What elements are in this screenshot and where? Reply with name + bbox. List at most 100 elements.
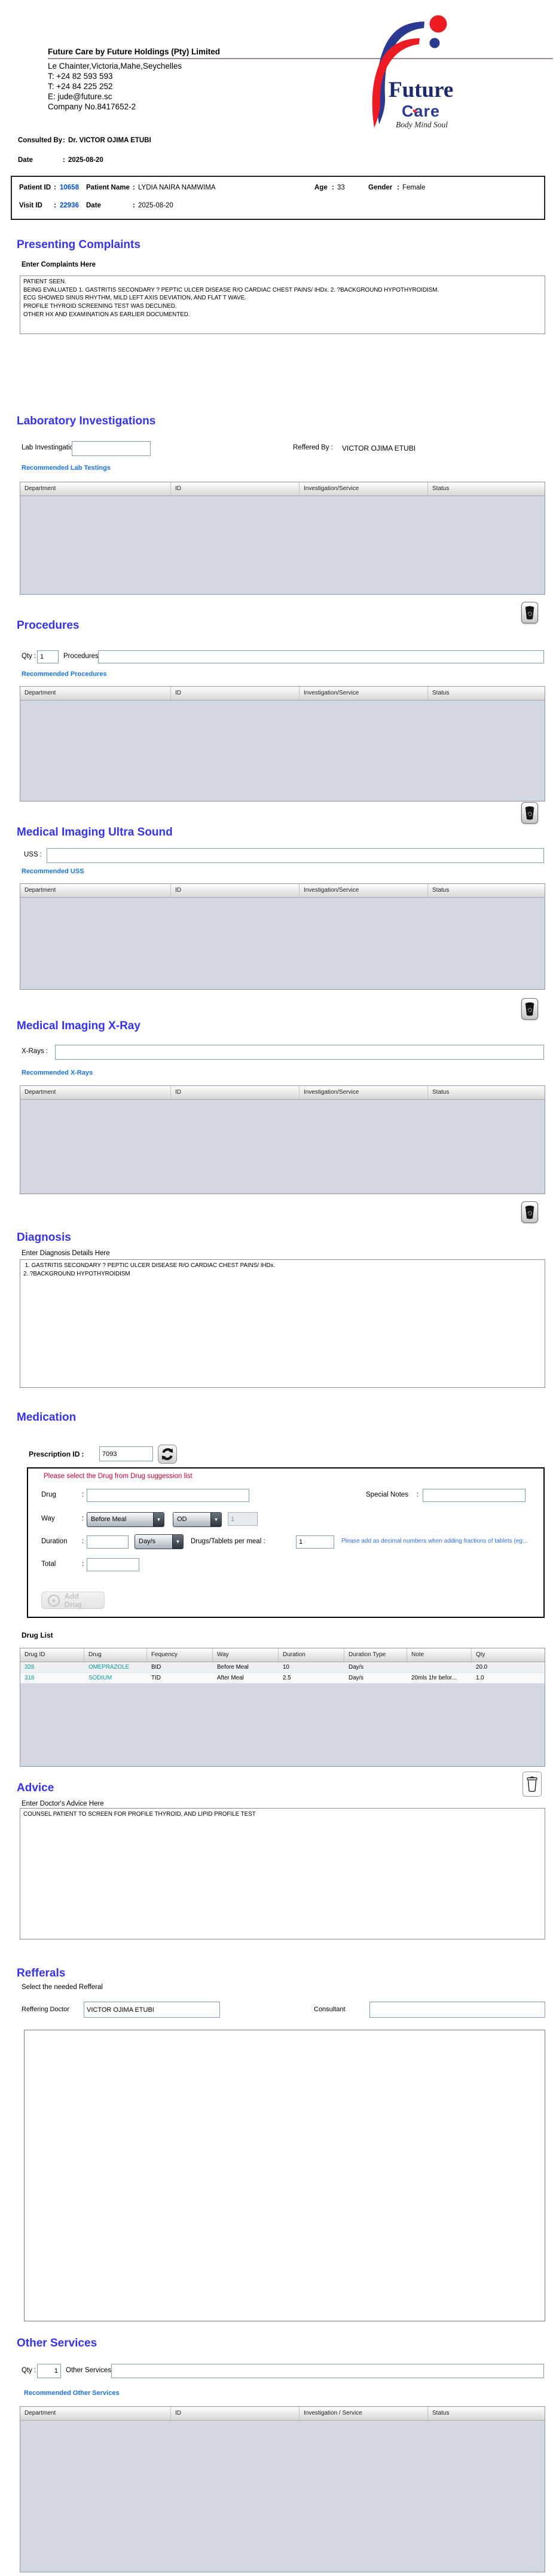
chevron-down-icon: ▼ bbox=[153, 1513, 164, 1526]
recommended-procedures-label: Recommended Procedures bbox=[22, 671, 107, 678]
column-header: Qty bbox=[476, 1651, 485, 1658]
procedures-title: Procedures bbox=[17, 619, 80, 632]
referrals-label: Select the needed Refferal bbox=[22, 1984, 103, 1991]
drug-input[interactable] bbox=[87, 1489, 249, 1502]
referrals-title: Refferals bbox=[17, 1967, 66, 1980]
visit-id-value: 22936 bbox=[60, 202, 79, 209]
other-services-input[interactable] bbox=[111, 2364, 544, 2378]
age-colon: : bbox=[332, 184, 334, 191]
way-label: Way bbox=[41, 1515, 55, 1522]
per-meal-input[interactable] bbox=[296, 1535, 334, 1549]
column-header: Investigation/Service bbox=[300, 1086, 428, 1099]
column-header: Investigation/Service bbox=[300, 482, 428, 495]
column-header: Department bbox=[20, 687, 171, 700]
refresh-prescription-button[interactable] bbox=[158, 1445, 177, 1464]
advice-label: Enter Doctor's Advice Here bbox=[22, 1800, 104, 1807]
advice-title: Advice bbox=[17, 1782, 54, 1794]
consult-date-colon: : bbox=[63, 157, 65, 164]
drug-label: Drug bbox=[41, 1491, 56, 1498]
consultant-input[interactable] bbox=[369, 2002, 545, 2018]
column-header: ID bbox=[171, 2407, 300, 2420]
add-drug-button[interactable]: + Add Drug bbox=[41, 1592, 105, 1609]
xray-input[interactable] bbox=[55, 1045, 544, 1060]
column-header: Status bbox=[432, 1089, 450, 1096]
gender-label: Gender bbox=[368, 184, 393, 191]
other-services-table: Department ID Investigation / Service St… bbox=[20, 2406, 545, 2572]
special-notes-input[interactable] bbox=[423, 1489, 526, 1502]
drug-delete-button[interactable] bbox=[523, 1772, 542, 1797]
company-number: Company No.8417652-2 bbox=[48, 102, 136, 111]
trash-icon bbox=[525, 606, 534, 620]
referring-doctor-input[interactable] bbox=[84, 2002, 220, 2018]
lab-title: Laboratory Investigations bbox=[17, 415, 156, 427]
complaints-textarea[interactable]: PATIENT SEEN. BEING EVALUATED 1. GASTRIT… bbox=[20, 276, 545, 334]
column-header: Investigation/Service bbox=[300, 884, 428, 897]
patient-name-value: LYDIA NAIRA NAMWIMA bbox=[138, 184, 216, 191]
diagnosis-title: Diagnosis bbox=[17, 1231, 71, 1244]
procedures-qty-input[interactable] bbox=[37, 650, 59, 663]
company-email: E: jude@future.sc bbox=[48, 92, 112, 101]
column-header: Department bbox=[20, 1086, 171, 1099]
referring-doctor-label: Reffering Doctor bbox=[22, 2006, 69, 2013]
procedures-delete-button[interactable] bbox=[521, 802, 538, 824]
lab-table-header: Department ID Investigation/Service Stat… bbox=[20, 482, 545, 496]
consult-date-label: Date bbox=[18, 157, 33, 164]
recommended-lab-label: Recommended Lab Testings bbox=[22, 464, 111, 472]
drug-row[interactable]: 328 OMEPRAZOLE BID Before Meal 10 Day/s … bbox=[20, 1662, 545, 1673]
company-address: Le Chainter,Victoria,Mahe,Seychelles bbox=[48, 62, 182, 71]
per-meal-label: Drugs/Tablets per meal : bbox=[191, 1538, 265, 1545]
uss-input[interactable] bbox=[47, 848, 544, 863]
drug-duration-type-cell: Day/s bbox=[349, 1664, 364, 1671]
other-services-qty-input[interactable] bbox=[37, 2364, 61, 2378]
patient-id-colon: : bbox=[54, 184, 56, 191]
way-select-value: Before Meal bbox=[91, 1516, 127, 1523]
lab-investigation-input[interactable] bbox=[72, 441, 151, 456]
uss-table: Department ID Investigation/Service Stat… bbox=[20, 883, 545, 990]
xray-table-header: Department ID Investigation/Service Stat… bbox=[20, 1086, 545, 1100]
consulted-by-value: Dr. VICTOR OJIMA ETUBI bbox=[68, 137, 151, 144]
duration-input[interactable] bbox=[87, 1535, 129, 1549]
column-header: Department bbox=[20, 2407, 171, 2420]
column-header: Status bbox=[432, 2410, 450, 2416]
xray-delete-button[interactable] bbox=[521, 1201, 538, 1223]
special-notes-label: Special Notes bbox=[366, 1491, 408, 1498]
diagnosis-textarea[interactable]: 1. GASTRITIS SECONDARY ? PEPTIC ULCER DI… bbox=[20, 1259, 545, 1388]
drug-name-cell: OMEPRAZOLE bbox=[88, 1664, 130, 1671]
way-select[interactable]: Before Meal ▼ bbox=[87, 1512, 164, 1527]
other-services-qty-label: Qty: bbox=[22, 2367, 36, 2374]
xray-table: Department ID Investigation/Service Stat… bbox=[20, 1085, 545, 1194]
drug-name-cell: SODIUM bbox=[88, 1675, 112, 1681]
advice-textarea[interactable]: COUNSEL PATIENT TO SCREEN FOR PROFILE TH… bbox=[20, 1808, 545, 1939]
company-phone-1: T: +24 82 593 593 bbox=[48, 72, 113, 81]
plus-circle-icon: + bbox=[48, 1594, 60, 1607]
drug-duration-cell: 2.5 bbox=[283, 1675, 291, 1681]
gender-colon: : bbox=[397, 184, 399, 191]
procedures-table: Department ID Investigation/Service Stat… bbox=[20, 686, 545, 801]
referral-listbox[interactable] bbox=[24, 2030, 545, 2321]
drug-list-label: Drug List bbox=[22, 1631, 53, 1639]
logo-dot-blue bbox=[429, 38, 440, 48]
uss-delete-button[interactable] bbox=[521, 998, 538, 1020]
procedures-input[interactable] bbox=[98, 650, 544, 663]
drug-row[interactable]: 318 SODIUM TID After Meal 2.5 Day/s 20ml… bbox=[20, 1673, 545, 1684]
total-input[interactable] bbox=[87, 1558, 139, 1571]
other-services-input-label: Other Services: bbox=[66, 2367, 115, 2374]
drug-frequency-cell: BID bbox=[151, 1664, 161, 1671]
patient-name-label: Patient Name bbox=[86, 184, 130, 191]
trash-icon bbox=[527, 1776, 537, 1792]
uss-input-label: USS: bbox=[24, 851, 42, 858]
procedures-qty-label: Qty: bbox=[22, 653, 36, 660]
prescription-id-input[interactable] bbox=[99, 1446, 153, 1461]
consult-date-value: 2025-08-20 bbox=[68, 157, 103, 164]
lab-delete-button[interactable] bbox=[521, 602, 538, 623]
visit-date-colon: : bbox=[133, 202, 135, 209]
column-header: Drug bbox=[84, 1648, 147, 1662]
duration-unit-select[interactable]: Day/s ▼ bbox=[135, 1534, 184, 1549]
company-name: Future Care by Future Holdings (Pty) Lim… bbox=[48, 47, 221, 56]
logo-word-care: Care bbox=[402, 102, 440, 120]
lab-table: Department ID Investigation/Service Stat… bbox=[20, 482, 545, 595]
visit-id-colon: : bbox=[54, 202, 56, 209]
duration-label: Duration bbox=[41, 1538, 68, 1545]
frequency-select[interactable]: OD ▼ bbox=[173, 1512, 222, 1527]
drug-frequency-cell: TID bbox=[151, 1675, 161, 1681]
